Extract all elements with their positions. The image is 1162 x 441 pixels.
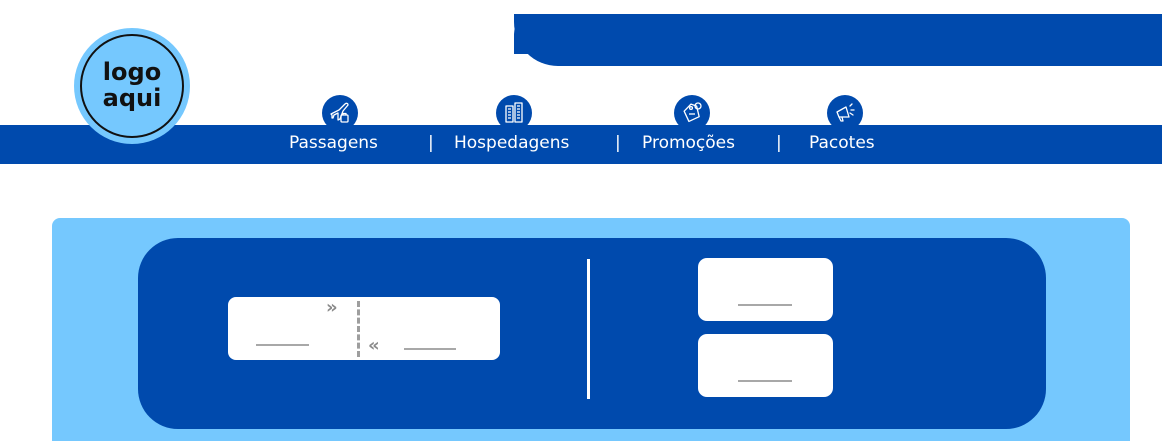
buildings-icon[interactable] xyxy=(496,95,532,131)
price-tag-icon[interactable] xyxy=(674,95,710,131)
search-form: » « xyxy=(138,238,1046,429)
nav-separator: | xyxy=(428,133,434,153)
airplane-luggage-icon[interactable] xyxy=(322,95,358,131)
logo[interactable]: logo aqui xyxy=(74,28,190,144)
arrow-forward-icon: » xyxy=(326,297,338,318)
nav-separator: | xyxy=(615,133,621,153)
nav-separator: | xyxy=(776,133,782,153)
header-accent-shape xyxy=(514,14,1162,66)
nav-link-passagens[interactable]: Passagens xyxy=(289,133,378,153)
logo-text-line2: aqui xyxy=(102,84,162,112)
return-date-field[interactable] xyxy=(698,334,833,397)
return-date-placeholder xyxy=(738,380,792,382)
destination-field[interactable] xyxy=(404,348,456,350)
departure-date-field[interactable] xyxy=(698,258,833,321)
search-panel: » « xyxy=(52,218,1130,441)
main-navigation: Passagens | Hospedagens | Promoções | Pa… xyxy=(0,133,1162,159)
origin-field[interactable] xyxy=(256,344,309,346)
search-divider xyxy=(587,259,590,399)
logo-text-line1: logo xyxy=(102,58,162,87)
departure-date-placeholder xyxy=(738,304,792,306)
route-divider xyxy=(357,301,360,357)
nav-link-pacotes[interactable]: Pacotes xyxy=(809,133,875,153)
route-selector[interactable]: » « xyxy=(228,297,500,360)
megaphone-icon[interactable] xyxy=(827,95,863,131)
logo-placeholder: logo aqui xyxy=(80,34,184,138)
arrow-back-icon: « xyxy=(368,335,380,356)
nav-link-promocoes[interactable]: Promoções xyxy=(642,133,735,153)
nav-link-hospedagens[interactable]: Hospedagens xyxy=(454,133,569,153)
